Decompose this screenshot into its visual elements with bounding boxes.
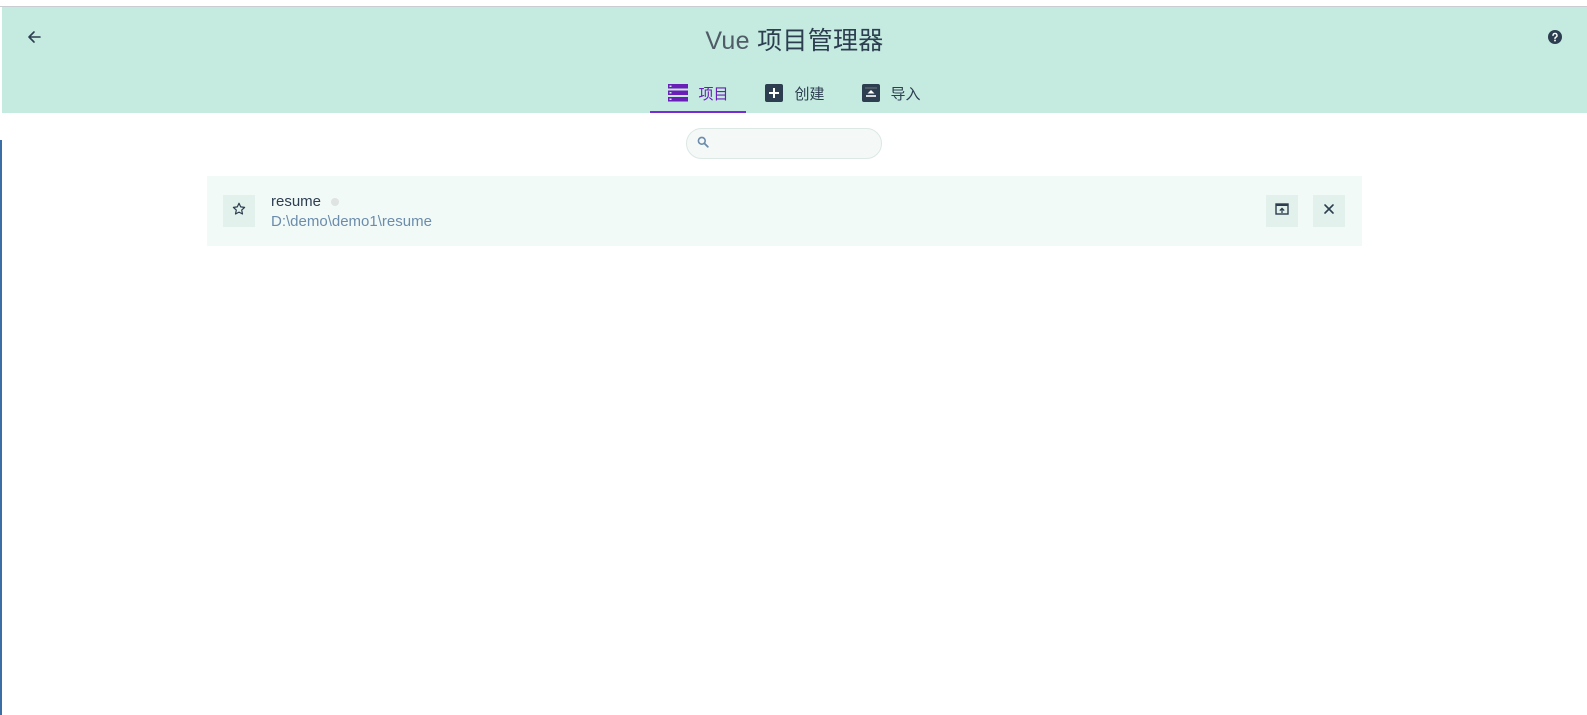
project-path: D:\demo\demo1\resume	[271, 213, 432, 230]
title-main: 项目管理器	[757, 27, 884, 55]
remove-project-button[interactable]	[1313, 195, 1345, 227]
app-header: Vue 项目管理器 项目 创建 导入	[2, 7, 1587, 113]
favorite-button[interactable]	[223, 195, 255, 227]
list-icon	[668, 83, 689, 103]
close-icon	[1323, 202, 1335, 220]
tab-create[interactable]: 创建	[746, 73, 842, 113]
import-box-icon	[861, 83, 881, 103]
project-name: resume	[271, 193, 322, 210]
project-name-line: resume	[271, 193, 340, 210]
open-in-editor-button[interactable]	[1266, 195, 1298, 227]
project-search	[686, 128, 882, 159]
plus-box-icon	[764, 83, 784, 103]
status-dot	[331, 197, 340, 206]
tab-label: 创建	[794, 85, 825, 103]
help-circle-icon	[1548, 29, 1562, 49]
project-list-item[interactable]: resume D:\demo\demo1\resume	[207, 176, 1362, 246]
window-top-border	[0, 0, 1587, 7]
tab-import[interactable]: 导入	[843, 73, 939, 113]
open-in-new-icon	[1275, 202, 1289, 221]
tab-projects[interactable]: 项目	[650, 73, 747, 113]
tab-label: 导入	[890, 85, 921, 103]
search-input[interactable]	[715, 135, 869, 152]
main-tabs: 项目 创建 导入	[2, 73, 1587, 113]
title-prefix: Vue	[705, 27, 750, 55]
page-title: Vue 项目管理器	[2, 21, 1587, 57]
star-outline-icon	[232, 202, 246, 221]
help-button[interactable]	[1545, 29, 1565, 49]
tab-label: 项目	[698, 85, 729, 103]
search-icon	[697, 135, 709, 153]
window-left-edge	[0, 140, 2, 715]
